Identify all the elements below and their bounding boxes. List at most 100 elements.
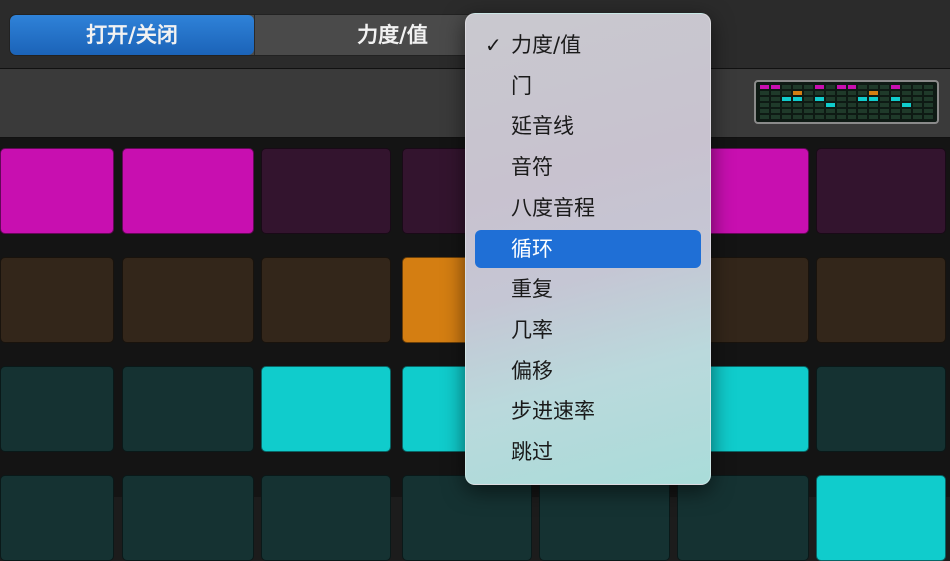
overview-cell	[924, 85, 933, 89]
step-cell[interactable]	[816, 257, 946, 343]
menu-item[interactable]: ✓ 力度/值	[475, 26, 701, 64]
overview-cell	[792, 103, 802, 107]
menu-item-label: 音符	[511, 155, 553, 180]
overview-cell	[847, 103, 857, 107]
overview-cell	[770, 109, 780, 113]
menu-item[interactable]: 重复	[475, 270, 701, 308]
checkmark-icon: ✓	[485, 33, 502, 57]
menu-item[interactable]: 八度音程	[475, 189, 701, 227]
overview-row	[760, 115, 933, 119]
overview-cell	[803, 85, 813, 89]
overview-cell	[836, 85, 846, 89]
menu-item-label: 几率	[511, 317, 553, 342]
overview-cell	[880, 85, 890, 89]
overview-cell	[902, 109, 912, 113]
overview-cell	[880, 103, 890, 107]
step-cell[interactable]	[261, 475, 391, 561]
overview-cell	[781, 97, 791, 101]
overview-cell	[814, 97, 824, 101]
overview-row	[760, 85, 933, 89]
overview-cell	[836, 103, 846, 107]
step-cell[interactable]	[122, 475, 254, 561]
menu-item[interactable]: 步进速率	[475, 392, 701, 430]
overview-cell	[792, 97, 802, 101]
overview-cell	[803, 97, 813, 101]
overview-cell	[902, 115, 912, 119]
overview-cell	[913, 97, 923, 101]
overview-cell	[825, 85, 835, 89]
overview-cell	[902, 85, 912, 89]
step-cell[interactable]	[0, 257, 114, 343]
overview-cell	[836, 109, 846, 113]
overview-row	[760, 91, 933, 95]
step-cell[interactable]	[261, 366, 391, 452]
overview-row	[760, 97, 933, 101]
overview-cell	[760, 109, 769, 113]
overview-cell	[880, 115, 890, 119]
step-cell[interactable]	[0, 366, 114, 452]
segment-on-off[interactable]: 打开/关闭	[10, 15, 254, 55]
overview-cell	[825, 109, 835, 113]
overview-cell	[847, 97, 857, 101]
overview-cell	[760, 115, 769, 119]
step-cell[interactable]	[539, 475, 670, 561]
overview-cell	[869, 91, 879, 95]
overview-cell	[781, 91, 791, 95]
menu-item-label: 偏移	[511, 358, 553, 383]
menu-item[interactable]: 门	[475, 67, 701, 105]
overview-cell	[913, 85, 923, 89]
overview-cell	[858, 97, 868, 101]
overview-cell	[891, 103, 901, 107]
overview-cell	[869, 115, 879, 119]
overview-cell	[781, 103, 791, 107]
overview-cell	[781, 85, 791, 89]
menu-item[interactable]: 跳过	[475, 433, 701, 471]
step-cell[interactable]	[0, 475, 114, 561]
menu-item-label: 步进速率	[511, 399, 595, 424]
step-cell[interactable]	[816, 475, 946, 561]
step-cell[interactable]	[122, 148, 254, 234]
step-cell[interactable]	[261, 257, 391, 343]
overview-cell	[792, 85, 802, 89]
overview-cell	[847, 91, 857, 95]
overview-cell	[792, 115, 802, 119]
overview-cell	[880, 97, 890, 101]
pattern-overview-thumbnail[interactable]	[754, 80, 939, 124]
menu-item-label: 延音线	[511, 114, 574, 139]
overview-row	[760, 109, 933, 113]
overview-cell	[760, 91, 769, 95]
step-cell[interactable]	[122, 366, 254, 452]
overview-cell	[770, 103, 780, 107]
overview-cell	[891, 115, 901, 119]
overview-cell	[913, 91, 923, 95]
menu-item[interactable]: 延音线	[475, 107, 701, 145]
step-cell[interactable]	[816, 366, 946, 452]
step-cell[interactable]	[816, 148, 946, 234]
overview-cell	[770, 91, 780, 95]
overview-cell	[825, 91, 835, 95]
menu-item-label: 跳过	[511, 440, 553, 464]
step-cell[interactable]	[122, 257, 254, 343]
overview-cell	[792, 109, 802, 113]
overview-cell	[814, 103, 824, 107]
overview-cell	[869, 103, 879, 107]
menu-item[interactable]: 偏移	[475, 352, 701, 390]
overview-cell	[913, 109, 923, 113]
overview-cell	[803, 103, 813, 107]
overview-cell	[760, 85, 769, 89]
step-cell[interactable]	[402, 475, 532, 561]
view-mode-segmented-control: 打开/关闭 力度/值	[9, 14, 531, 56]
menu-item[interactable]: 音符	[475, 148, 701, 186]
overview-cell	[814, 115, 824, 119]
step-cell[interactable]	[0, 148, 114, 234]
overview-cell	[836, 115, 846, 119]
overview-cell	[792, 91, 802, 95]
menu-item[interactable]: 几率	[475, 311, 701, 349]
overview-cell	[836, 97, 846, 101]
overview-cell	[924, 103, 933, 107]
step-cell[interactable]	[261, 148, 391, 234]
step-cell[interactable]	[677, 475, 809, 561]
overview-cell	[858, 115, 868, 119]
overview-cell	[891, 85, 901, 89]
menu-item[interactable]: 循环	[475, 229, 701, 268]
